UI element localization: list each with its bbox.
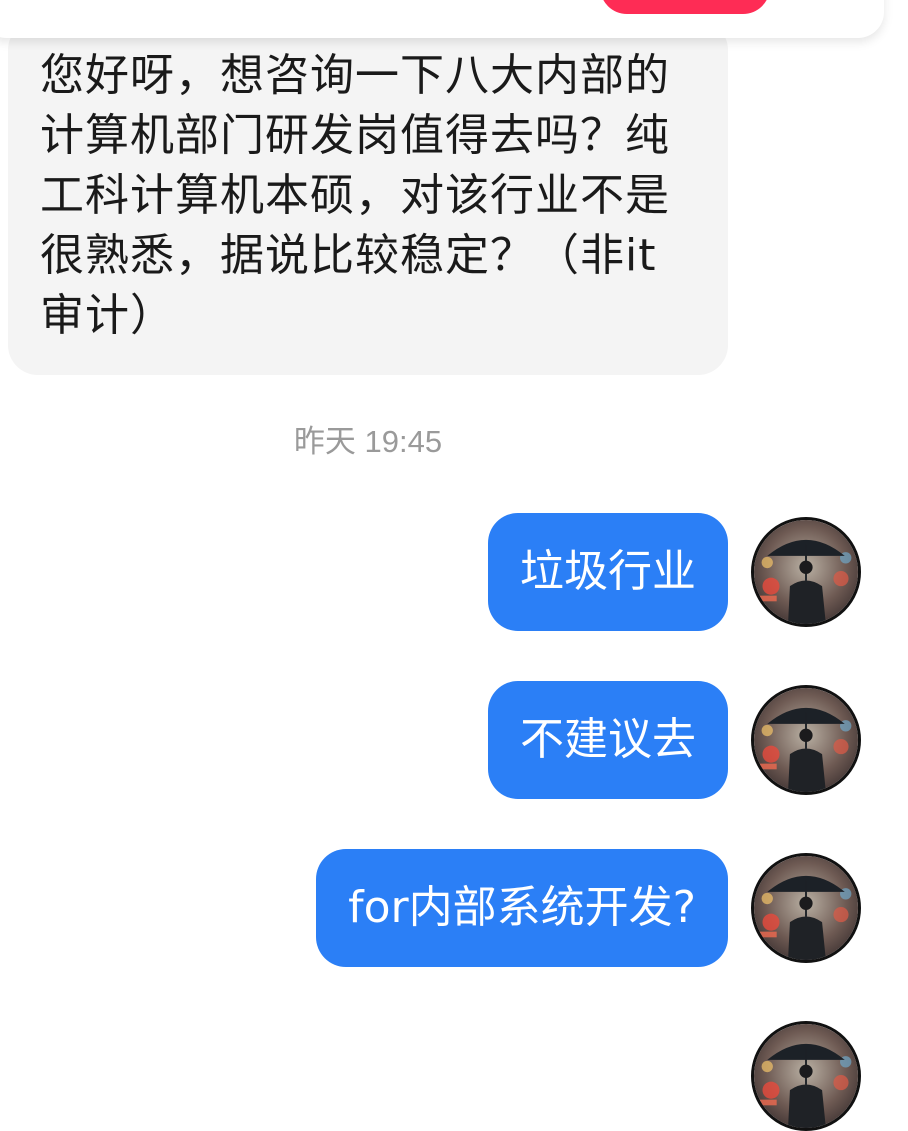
user-avatar[interactable] bbox=[751, 685, 861, 795]
message-timestamp: 昨天 19:45 bbox=[293, 424, 443, 459]
avatar-image bbox=[754, 688, 858, 792]
top-action-button[interactable] bbox=[600, 0, 770, 14]
user-avatar[interactable] bbox=[751, 1021, 861, 1131]
incoming-message-bubble: 您好呀，想咨询一下八大内部的计算机部门研发岗值得去吗？纯工科计算机本硕，对该行业… bbox=[8, 20, 728, 375]
avatar-image bbox=[754, 856, 858, 960]
outgoing-message-bubble[interactable]: 不建议去 bbox=[488, 681, 728, 799]
avatar-image bbox=[754, 1024, 858, 1128]
outgoing-message-bubble[interactable]: for内部系统开发? bbox=[316, 849, 728, 967]
incoming-message-text: 您好呀，想咨询一下八大内部的计算机部门研发岗值得去吗？纯工科计算机本硕，对该行业… bbox=[40, 50, 670, 341]
avatar-image bbox=[754, 520, 858, 624]
user-avatar[interactable] bbox=[751, 517, 861, 627]
outgoing-message-bubble[interactable]: 垃圾行业 bbox=[488, 513, 728, 631]
user-avatar[interactable] bbox=[751, 853, 861, 963]
